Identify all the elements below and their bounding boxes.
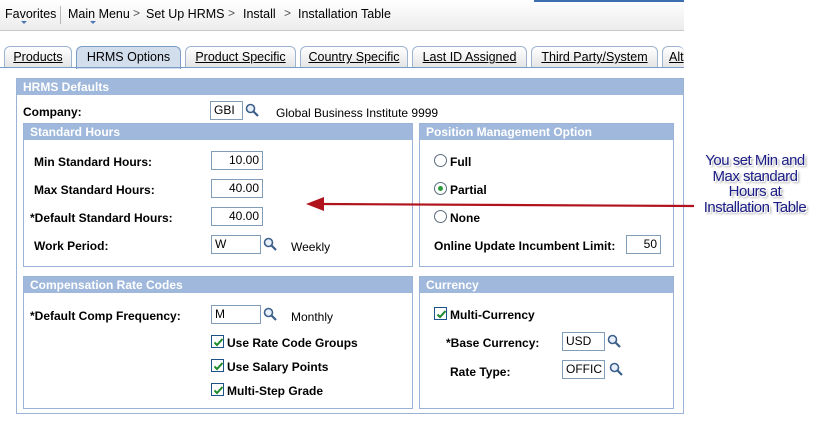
base-currency-label: *Base Currency: <box>446 336 540 350</box>
comp-frequency-lookup-icon[interactable] <box>263 307 277 321</box>
favorites-menu[interactable]: Favorites <box>5 7 56 21</box>
page-tabs: Products HRMS Options Product Specific C… <box>0 46 684 69</box>
multi-currency-label: Multi-Currency <box>450 308 535 322</box>
checkmark-icon <box>213 338 224 347</box>
company-input[interactable]: GBI <box>210 101 243 120</box>
annotation-line: Installation Table <box>703 198 807 216</box>
use-rate-code-groups-checkbox[interactable] <box>211 335 224 348</box>
tab-label: Product Specific <box>195 50 286 64</box>
position-management-title: Position Management Option <box>420 124 673 140</box>
annotation-callout: You set Min and Max standard Hours at In… <box>688 153 822 215</box>
radio-full-label: Full <box>450 155 472 169</box>
tab-label: HRMS Options <box>86 50 171 64</box>
default-comp-frequency-label: *Default Comp Frequency: <box>30 309 181 323</box>
breadcrumb-chevron-icon: > <box>284 6 292 20</box>
tab-last-id-assigned[interactable]: Last ID Assigned <box>412 46 527 68</box>
radio-full[interactable] <box>434 154 447 167</box>
favorites-dropdown-icon[interactable] <box>21 21 27 24</box>
tab-country-specific[interactable]: Country Specific <box>300 46 408 68</box>
tab-products[interactable]: Products <box>4 46 72 68</box>
checkmark-icon <box>436 310 447 319</box>
tab-label: Alt <box>669 50 684 64</box>
rate-type-label: Rate Type: <box>450 365 511 379</box>
annotation-arrow <box>306 197 695 211</box>
tab-underline <box>0 67 684 68</box>
online-update-limit-input[interactable]: 50 <box>626 235 661 254</box>
default-comp-frequency-input[interactable]: M <box>211 305 261 324</box>
tab-hrms-options[interactable]: HRMS Options <box>76 46 181 69</box>
work-period-label: Work Period: <box>34 239 109 253</box>
tab-label: Last ID Assigned <box>422 50 517 64</box>
max-standard-hours-input[interactable]: 40.00 <box>211 179 263 198</box>
annotation-line: You set Min and <box>705 152 805 169</box>
hrms-defaults-title: HRMS Defaults <box>17 79 683 95</box>
breadcrumb-set-up-hrms[interactable]: Set Up HRMS <box>146 7 225 21</box>
company-lookup-icon[interactable] <box>245 103 259 117</box>
tab-product-specific[interactable]: Product Specific <box>185 46 296 68</box>
use-salary-points-label: Use Salary Points <box>227 360 329 374</box>
use-rate-code-groups-label: Use Rate Code Groups <box>227 336 358 350</box>
currency-title: Currency <box>420 277 673 293</box>
rate-type-lookup-icon[interactable] <box>609 362 623 376</box>
standard-hours-title: Standard Hours <box>24 124 412 140</box>
main-menu-dropdown-icon[interactable] <box>90 21 96 24</box>
rate-type-input[interactable]: OFFIC <box>562 360 605 379</box>
company-description: Global Business Institute 9999 <box>276 106 439 120</box>
annotation-line: Hours at <box>728 183 782 200</box>
online-update-limit-label: Online Update Incumbent Limit: <box>434 239 616 253</box>
work-period-input[interactable]: W <box>211 235 261 254</box>
max-standard-hours-label: Max Standard Hours: <box>34 183 155 197</box>
comp-frequency-description: Monthly <box>291 310 334 324</box>
base-currency-lookup-icon[interactable] <box>607 334 621 348</box>
checkmark-icon <box>213 362 224 371</box>
min-standard-hours-input[interactable]: 10.00 <box>211 151 263 170</box>
breadcrumb-install[interactable]: Install <box>243 7 276 21</box>
annotation-line: Max standard <box>712 167 798 185</box>
tab-third-party-system[interactable]: Third Party/System <box>531 46 658 68</box>
base-currency-input[interactable]: USD <box>562 332 605 351</box>
breadcrumb-chevron-icon: > <box>228 6 236 20</box>
breadcrumb-chevron-icon: > <box>133 6 141 20</box>
nav-accent-line <box>534 0 684 2</box>
default-standard-hours-input[interactable]: 40.00 <box>211 207 263 226</box>
multi-step-grade-checkbox[interactable] <box>211 383 224 396</box>
tab-alt[interactable]: Alt <box>662 46 684 68</box>
min-standard-hours-label: Min Standard Hours: <box>34 155 153 169</box>
tab-label: Country Specific <box>308 50 400 64</box>
checkmark-icon <box>213 386 224 395</box>
multi-step-grade-label: Multi-Step Grade <box>227 384 324 398</box>
tab-label: Third Party/System <box>541 50 648 64</box>
use-salary-points-checkbox[interactable] <box>211 359 224 372</box>
work-period-description: Weekly <box>291 240 331 254</box>
work-period-lookup-icon[interactable] <box>263 237 277 251</box>
main-menu[interactable]: Main Menu <box>68 7 130 21</box>
nav-separator <box>60 6 61 24</box>
company-label: Company: <box>23 105 82 119</box>
compensation-rate-codes-title: Compensation Rate Codes <box>24 277 412 293</box>
breadcrumb-installation-table: Installation Table <box>298 7 391 21</box>
multi-currency-checkbox[interactable] <box>434 307 447 320</box>
navigation-bar: Favorites Main Menu > Set Up HRMS > Inst… <box>0 0 684 31</box>
default-standard-hours-label: *Default Standard Hours: <box>30 211 173 225</box>
tab-label: Products <box>13 50 63 64</box>
